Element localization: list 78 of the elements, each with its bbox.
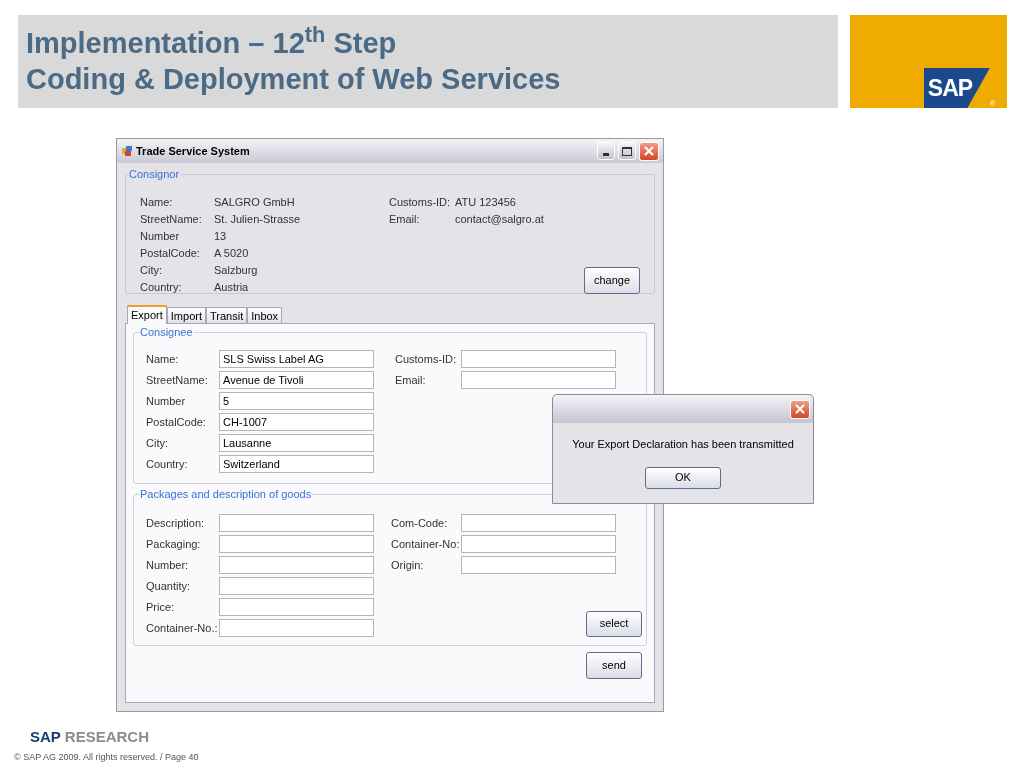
- input-field[interactable]: 5: [219, 392, 374, 410]
- field-label: Number: [140, 228, 181, 244]
- field-label: PostalCode:: [146, 414, 207, 430]
- input-field[interactable]: [461, 556, 616, 574]
- input-field[interactable]: [219, 619, 374, 637]
- dialog-message: Your Export Declaration has been transmitted: [571, 437, 795, 452]
- input-field[interactable]: [461, 350, 616, 368]
- input-field[interactable]: [219, 556, 374, 574]
- send-button[interactable]: send: [586, 652, 642, 679]
- field-label: Description:: [146, 515, 206, 531]
- tab[interactable]: Transit: [206, 307, 248, 324]
- field-label: Country:: [140, 279, 183, 295]
- input-field[interactable]: CH-1007: [219, 413, 374, 431]
- field-label: Com-Code:: [391, 515, 449, 531]
- field-value: St. Julien-Strasse: [214, 211, 301, 227]
- field-value: 13: [214, 228, 227, 244]
- change-button[interactable]: change: [584, 266, 640, 294]
- minimize-icon: [603, 153, 609, 156]
- field-label: Name:: [140, 194, 174, 210]
- copyright-text: © SAP AG 2009. All rights reserved. / Page 40: [14, 751, 200, 764]
- input-field[interactable]: [219, 514, 374, 532]
- field-value: contact@salgro.at: [455, 211, 544, 227]
- field-value: A 5020: [214, 245, 249, 261]
- field-label: City:: [140, 262, 163, 278]
- field-value: ATU 123456: [455, 194, 516, 210]
- field-label: Customs-ID:: [395, 351, 458, 367]
- ok-button[interactable]: OK: [645, 466, 721, 489]
- input-field[interactable]: Lausanne: [219, 434, 374, 452]
- close-button[interactable]: [639, 141, 659, 161]
- field-label: City:: [146, 435, 169, 451]
- sap-logo: SAP: [923, 68, 990, 108]
- field-value: Austria: [214, 279, 249, 295]
- field-label: Packaging:: [146, 536, 202, 552]
- close-button[interactable]: [790, 399, 810, 419]
- tab[interactable]: Import: [166, 307, 206, 324]
- field-label: Country:: [146, 456, 189, 472]
- input-field[interactable]: [219, 535, 374, 553]
- input-field[interactable]: Switzerland: [219, 455, 374, 473]
- field-value: SALGRO GmbH: [214, 194, 295, 210]
- field-label: Number: [146, 393, 187, 409]
- window-title: Trade Service System: [136, 143, 251, 159]
- input-field[interactable]: [461, 371, 616, 389]
- field-label: Customs-ID:: [389, 194, 452, 210]
- close-icon: [795, 404, 805, 414]
- input-field[interactable]: [461, 535, 616, 553]
- footer-brand: RESEARCH: [64, 728, 150, 746]
- field-label: Email:: [395, 372, 427, 388]
- field-label: StreetName:: [140, 211, 203, 227]
- input-field[interactable]: [219, 577, 374, 595]
- app-icon: [121, 145, 133, 157]
- field-label: StreetName:: [146, 372, 209, 388]
- group-legend: Consignee: [139, 324, 194, 341]
- field-label: Name:: [146, 351, 180, 367]
- input-field[interactable]: [219, 598, 374, 616]
- field-label: Container-No.:: [146, 620, 219, 636]
- group-legend: Consignor: [128, 166, 181, 183]
- input-field[interactable]: SLS Swiss Label AG: [219, 350, 374, 368]
- input-field[interactable]: Avenue de Tivoli: [219, 371, 374, 389]
- maximize-icon: [622, 146, 632, 156]
- footer-brand: SAP: [30, 728, 61, 746]
- tab[interactable]: Inbox: [247, 307, 283, 324]
- minimize-button[interactable]: [597, 142, 615, 160]
- field-label: Container-No:: [391, 536, 461, 552]
- field-value: Salzburg: [214, 262, 258, 278]
- input-field[interactable]: [461, 514, 616, 532]
- select-button[interactable]: select: [586, 610, 642, 637]
- field-label: Origin:: [391, 557, 425, 573]
- group-legend: Packages and description of goods: [139, 486, 313, 503]
- slide-title: Coding & Deployment of Web Services: [26, 62, 562, 97]
- field-label: Number:: [146, 557, 190, 573]
- tab[interactable]: Export: [127, 305, 167, 324]
- field-label: Price:: [146, 599, 176, 615]
- slide-title: Implementation – 12$^{th}$ Step: [26, 25, 398, 61]
- maximize-button[interactable]: [618, 142, 636, 160]
- field-label: Email:: [389, 211, 421, 227]
- close-icon: [644, 146, 654, 156]
- field-label: Quantity:: [146, 578, 192, 594]
- field-label: PostalCode:: [140, 245, 201, 261]
